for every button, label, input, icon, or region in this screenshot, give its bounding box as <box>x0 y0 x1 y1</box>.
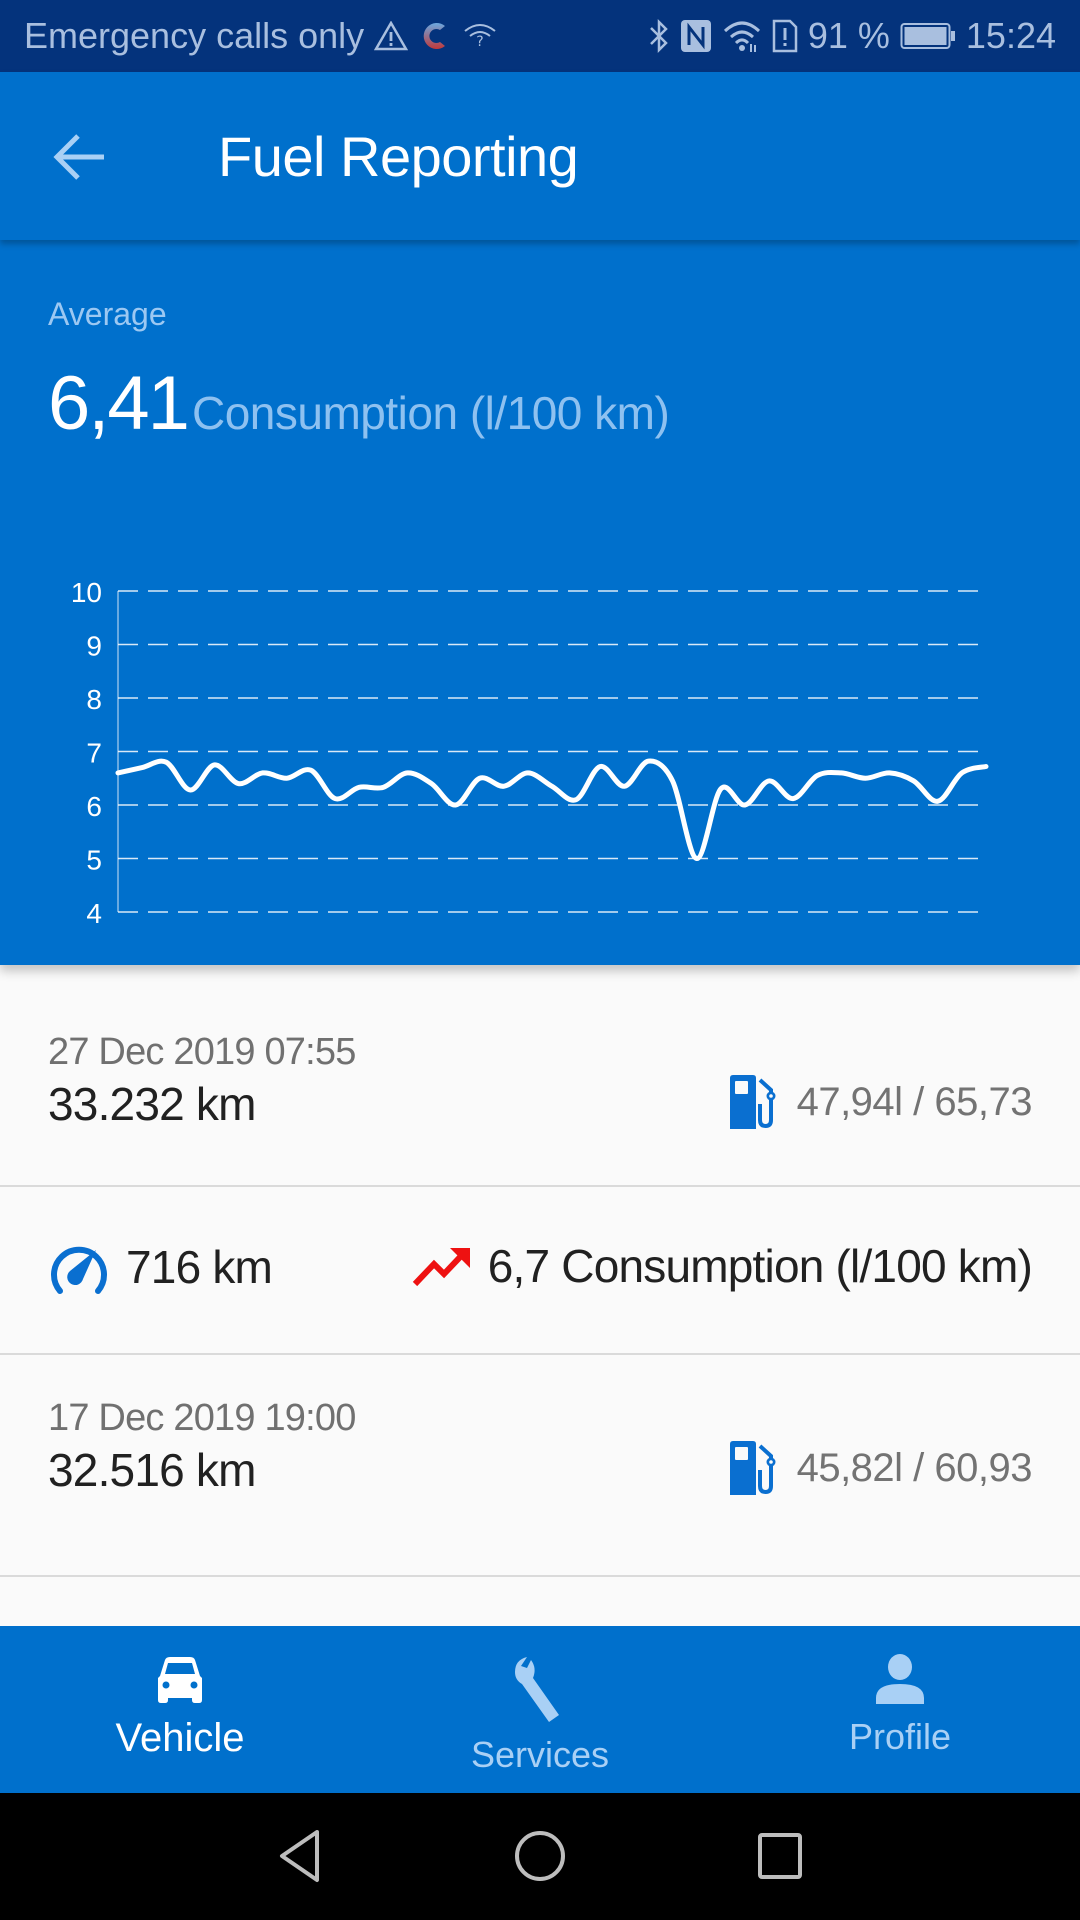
nav-item-services[interactable]: Services <box>360 1626 720 1793</box>
sim-alert-icon <box>772 19 798 53</box>
person-icon <box>876 1654 924 1704</box>
y-tick-label: 8 <box>86 684 102 715</box>
fuel-pump-icon <box>729 1441 776 1495</box>
carrier-text: Emergency calls only <box>24 15 365 56</box>
entry-odometer: 32.516 km <box>48 1444 256 1496</box>
y-tick-label: 7 <box>86 738 102 769</box>
warning-icon <box>374 21 409 51</box>
fuel-amount-price: 45,82l / 60,93 <box>796 1445 1033 1490</box>
nav-label-services: Services <box>470 1734 610 1775</box>
trip-distance: 716 km <box>48 1239 273 1295</box>
battery-percent: 91 % <box>807 15 890 56</box>
system-back-button[interactable] <box>264 1821 334 1891</box>
recents-square-icon <box>758 1833 802 1879</box>
nav-label-vehicle: Vehicle <box>115 1716 245 1760</box>
system-recents-button[interactable] <box>745 1821 815 1891</box>
nav-item-vehicle[interactable]: Vehicle <box>0 1626 360 1793</box>
speedometer-icon <box>51 1246 107 1294</box>
trip-entry[interactable]: 716 km 6,7 Consumption (l/100 km) <box>0 1187 1080 1355</box>
fuel-entries-list: 27 Dec 2019 07:55 33.232 km 47,94l / 65,… <box>0 965 1080 1626</box>
fuel-amount-price: 47,94l / 65,73 <box>796 1079 1033 1124</box>
status-right: 91 % 15:24 <box>648 0 1056 72</box>
consumption-series-line <box>115 758 989 862</box>
app-bar: Fuel Reporting <box>0 72 1080 240</box>
entry-date: 17 Dec 2019 19:00 <box>48 1397 356 1439</box>
svg-text:?: ? <box>476 34 483 50</box>
system-navigation-bar <box>0 1793 1080 1920</box>
status-bar: Emergency calls only ? 91 % 15:24 <box>0 0 1080 72</box>
nav-item-profile[interactable]: Profile <box>720 1626 1080 1793</box>
fuel-pump-icon <box>729 1075 776 1129</box>
entry-fuel: 47,94l / 65,73 <box>727 1074 1033 1130</box>
clock: 15:24 <box>965 15 1056 56</box>
wrench-icon <box>515 1657 559 1722</box>
battery-icon <box>900 22 956 50</box>
y-tick-label: 4 <box>86 898 102 929</box>
wifi-icon <box>722 19 762 53</box>
page-title: Fuel Reporting <box>218 125 579 188</box>
arrow-left-icon <box>53 134 104 180</box>
trip-consumption: 6,7 Consumption (l/100 km) <box>412 1239 1033 1293</box>
back-triangle-icon <box>280 1830 319 1882</box>
bottom-navigation: Vehicle Services Profile <box>0 1626 1080 1793</box>
back-button[interactable] <box>40 122 120 192</box>
home-circle-icon <box>515 1831 565 1881</box>
entry-odometer: 33.232 km <box>48 1078 256 1130</box>
entry-fuel: 45,82l / 60,93 <box>727 1440 1033 1496</box>
status-left: Emergency calls only ? <box>24 0 498 72</box>
y-tick-label: 10 <box>71 577 102 608</box>
refuel-entry[interactable]: 17 Dec 2019 19:00 32.516 km 45,82l / 60,… <box>0 1355 1080 1577</box>
trip-distance-value: 716 km <box>126 1241 273 1293</box>
consumption-summary: Average 6,41 Consumption (l/100 km) 4567… <box>0 240 1080 965</box>
entry-date: 27 Dec 2019 07:55 <box>48 1031 356 1073</box>
nav-label-profile: Profile <box>848 1716 952 1757</box>
consumption-chart: 4 5 6 7 8 9 10 <box>71 577 989 929</box>
y-tick-label: 9 <box>86 631 102 662</box>
app-notification-icon <box>418 19 452 53</box>
nfc-icon <box>680 19 712 53</box>
wifi-question-icon: ? <box>462 21 498 51</box>
y-tick-label: 6 <box>86 791 102 822</box>
bluetooth-icon <box>648 18 670 54</box>
refuel-entry[interactable]: 27 Dec 2019 07:55 33.232 km 47,94l / 65,… <box>0 965 1080 1187</box>
trip-consumption-value: 6,7 Consumption (l/100 km) <box>487 1240 1033 1292</box>
y-tick-label: 5 <box>86 845 102 876</box>
car-icon <box>158 1657 202 1703</box>
system-home-button[interactable] <box>505 1821 575 1891</box>
trending-up-icon <box>412 1248 470 1287</box>
